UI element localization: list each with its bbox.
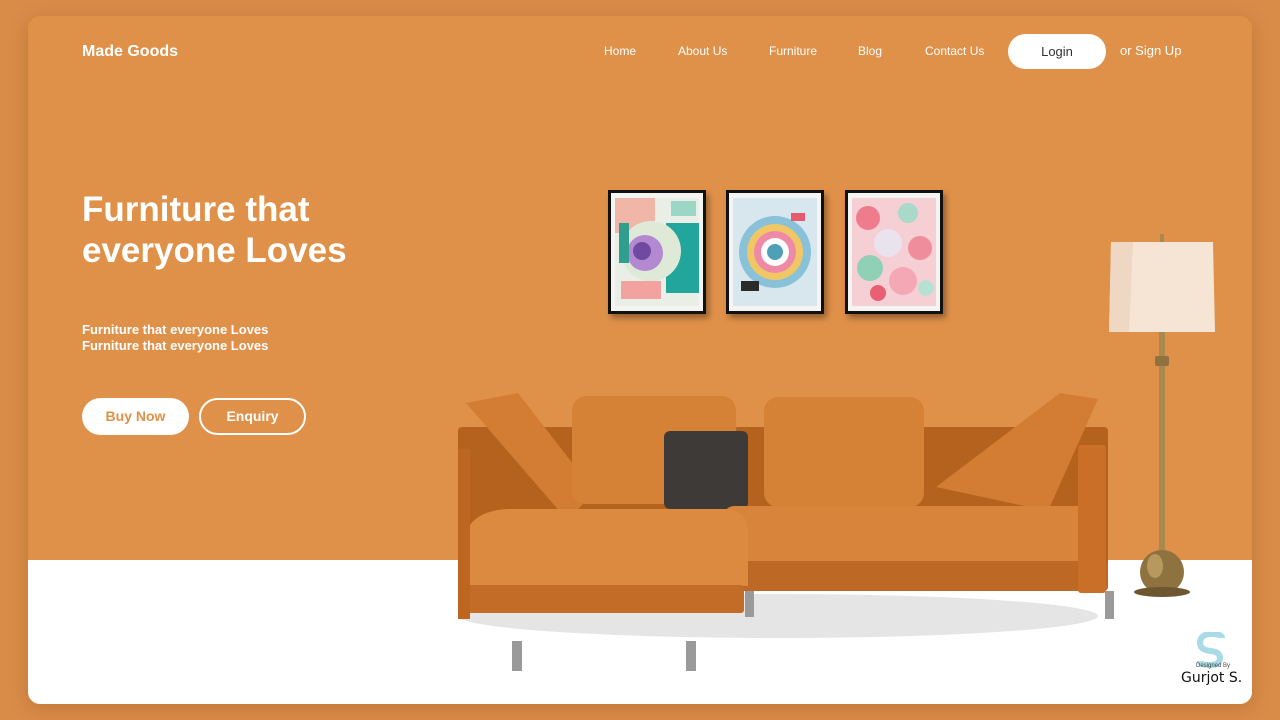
abstract-painting-3 bbox=[848, 193, 940, 311]
nav-contact-us[interactable]: Contact Us bbox=[925, 44, 984, 58]
art-frame-3 bbox=[845, 190, 943, 314]
abstract-painting-1 bbox=[611, 193, 703, 311]
nav-home[interactable]: Home bbox=[604, 44, 636, 58]
floor-lamp-illustration bbox=[1109, 234, 1215, 597]
hero-subtitle: Furniture that everyone Loves Furniture … bbox=[82, 322, 269, 353]
art-frame-1 bbox=[608, 190, 706, 314]
hero-title: Furniture that everyone Loves bbox=[82, 190, 347, 270]
abstract-painting-2 bbox=[729, 193, 821, 311]
designer-name: Gurjot S. bbox=[1181, 670, 1243, 686]
login-button[interactable]: Login bbox=[1008, 34, 1106, 69]
page-card: Made Goods Home About Us Furniture Blog … bbox=[28, 16, 1252, 704]
buy-now-button[interactable]: Buy Now bbox=[82, 398, 189, 435]
art-frame-2 bbox=[726, 190, 824, 314]
enquiry-button[interactable]: Enquiry bbox=[199, 398, 306, 435]
nav-blog[interactable]: Blog bbox=[858, 44, 882, 58]
designed-by-label: Designed By bbox=[1196, 663, 1231, 669]
nav-furniture[interactable]: Furniture bbox=[769, 44, 817, 58]
sign-up-link[interactable]: or Sign Up bbox=[1120, 43, 1181, 58]
sofa-illustration bbox=[458, 393, 1114, 671]
brand-logo-text[interactable]: Made Goods bbox=[82, 43, 178, 61]
nav-about-us[interactable]: About Us bbox=[678, 44, 727, 58]
